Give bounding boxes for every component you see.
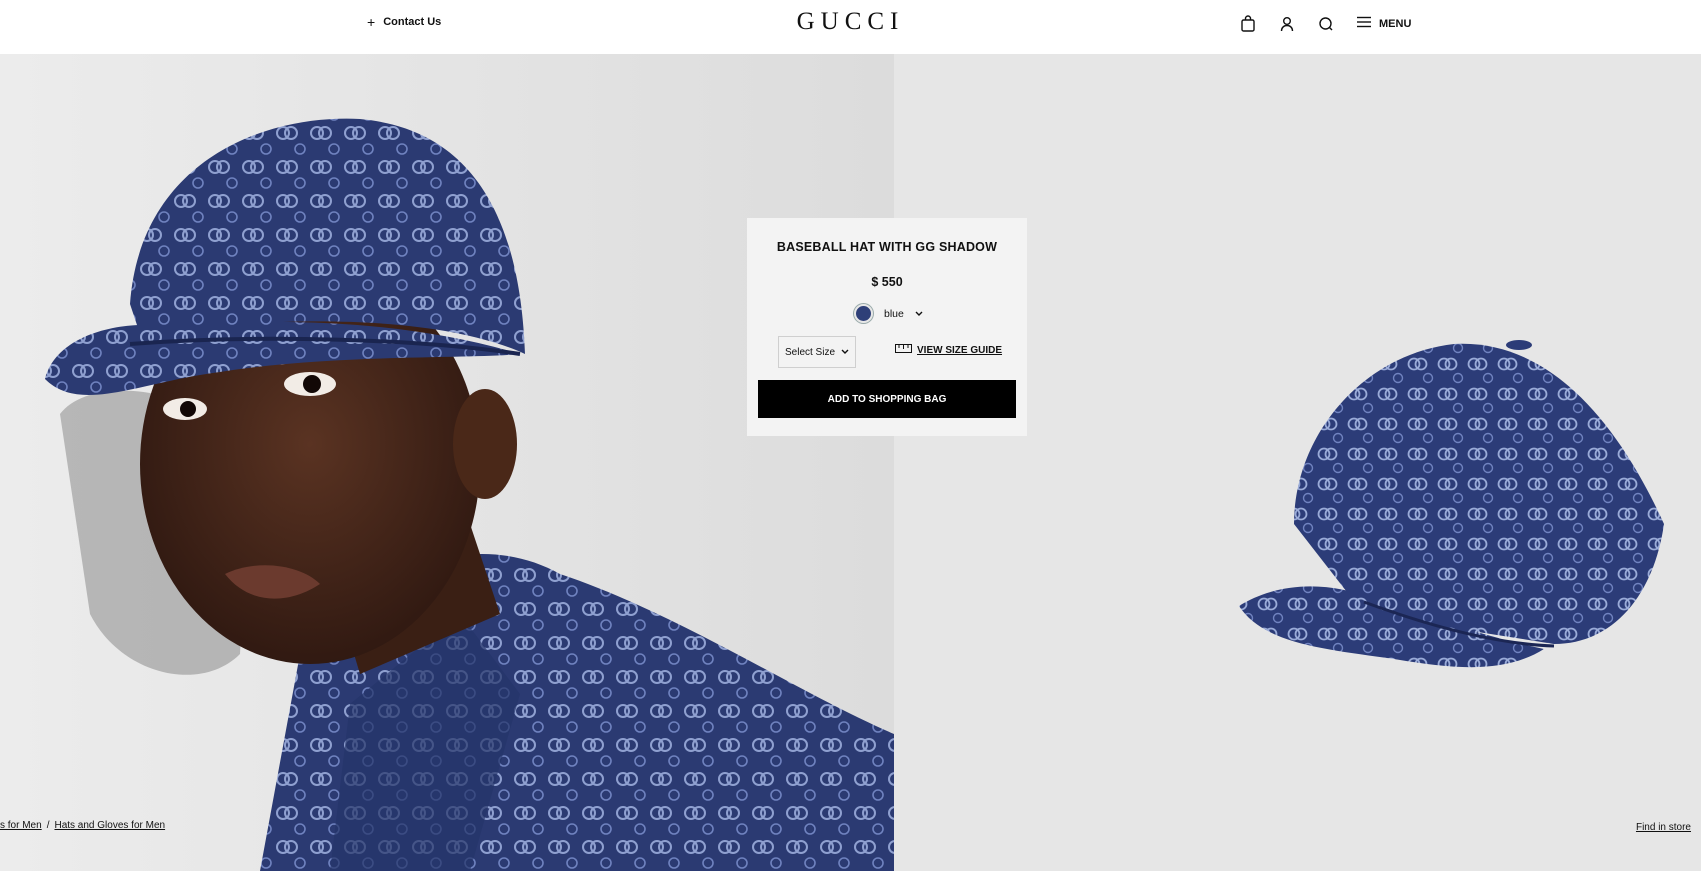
site-header: + Contact Us GUCCI MENU [0,0,1701,54]
model-illustration [0,54,894,871]
account-icon[interactable] [1278,15,1296,33]
ruler-icon [895,344,912,356]
chevron-down-icon [841,347,849,358]
breadcrumb-separator: / [46,820,50,831]
size-select-label: Select Size [784,346,836,358]
product-info-card: BASEBALL HAT WITH GG SHADOW $ 550 blue S… [747,218,1027,436]
product-title: BASEBALL HAT WITH GG SHADOW [776,240,998,254]
gucci-logo[interactable]: GUCCI [0,8,1701,36]
menu-icon [1357,16,1371,31]
chevron-down-icon [915,308,923,320]
menu-button[interactable]: MENU [1357,16,1411,31]
breadcrumb-item[interactable]: Hats and Gloves for Men [54,820,165,831]
product-price: $ 550 [871,275,903,289]
cap-illustration [894,54,1701,871]
color-selector[interactable]: blue [854,304,923,323]
breadcrumb: s for Men / Hats and Gloves for Men [0,820,165,831]
shopping-bag-icon[interactable] [1239,15,1257,33]
breadcrumb-item[interactable]: s for Men [0,820,42,831]
size-guide-link[interactable]: VIEW SIZE GUIDE [895,344,1002,356]
menu-label: MENU [1379,17,1412,30]
size-guide-label: VIEW SIZE GUIDE [917,344,1003,356]
size-select[interactable]: Select Size [778,336,856,368]
color-label: blue [884,307,904,320]
color-swatch [854,304,873,323]
product-photo [894,54,1701,871]
find-in-store-link[interactable]: Find in store [1636,822,1691,833]
search-icon[interactable] [1317,15,1335,33]
add-to-bag-button[interactable]: ADD TO SHOPPING BAG [758,380,1016,418]
model-photo [0,54,894,871]
